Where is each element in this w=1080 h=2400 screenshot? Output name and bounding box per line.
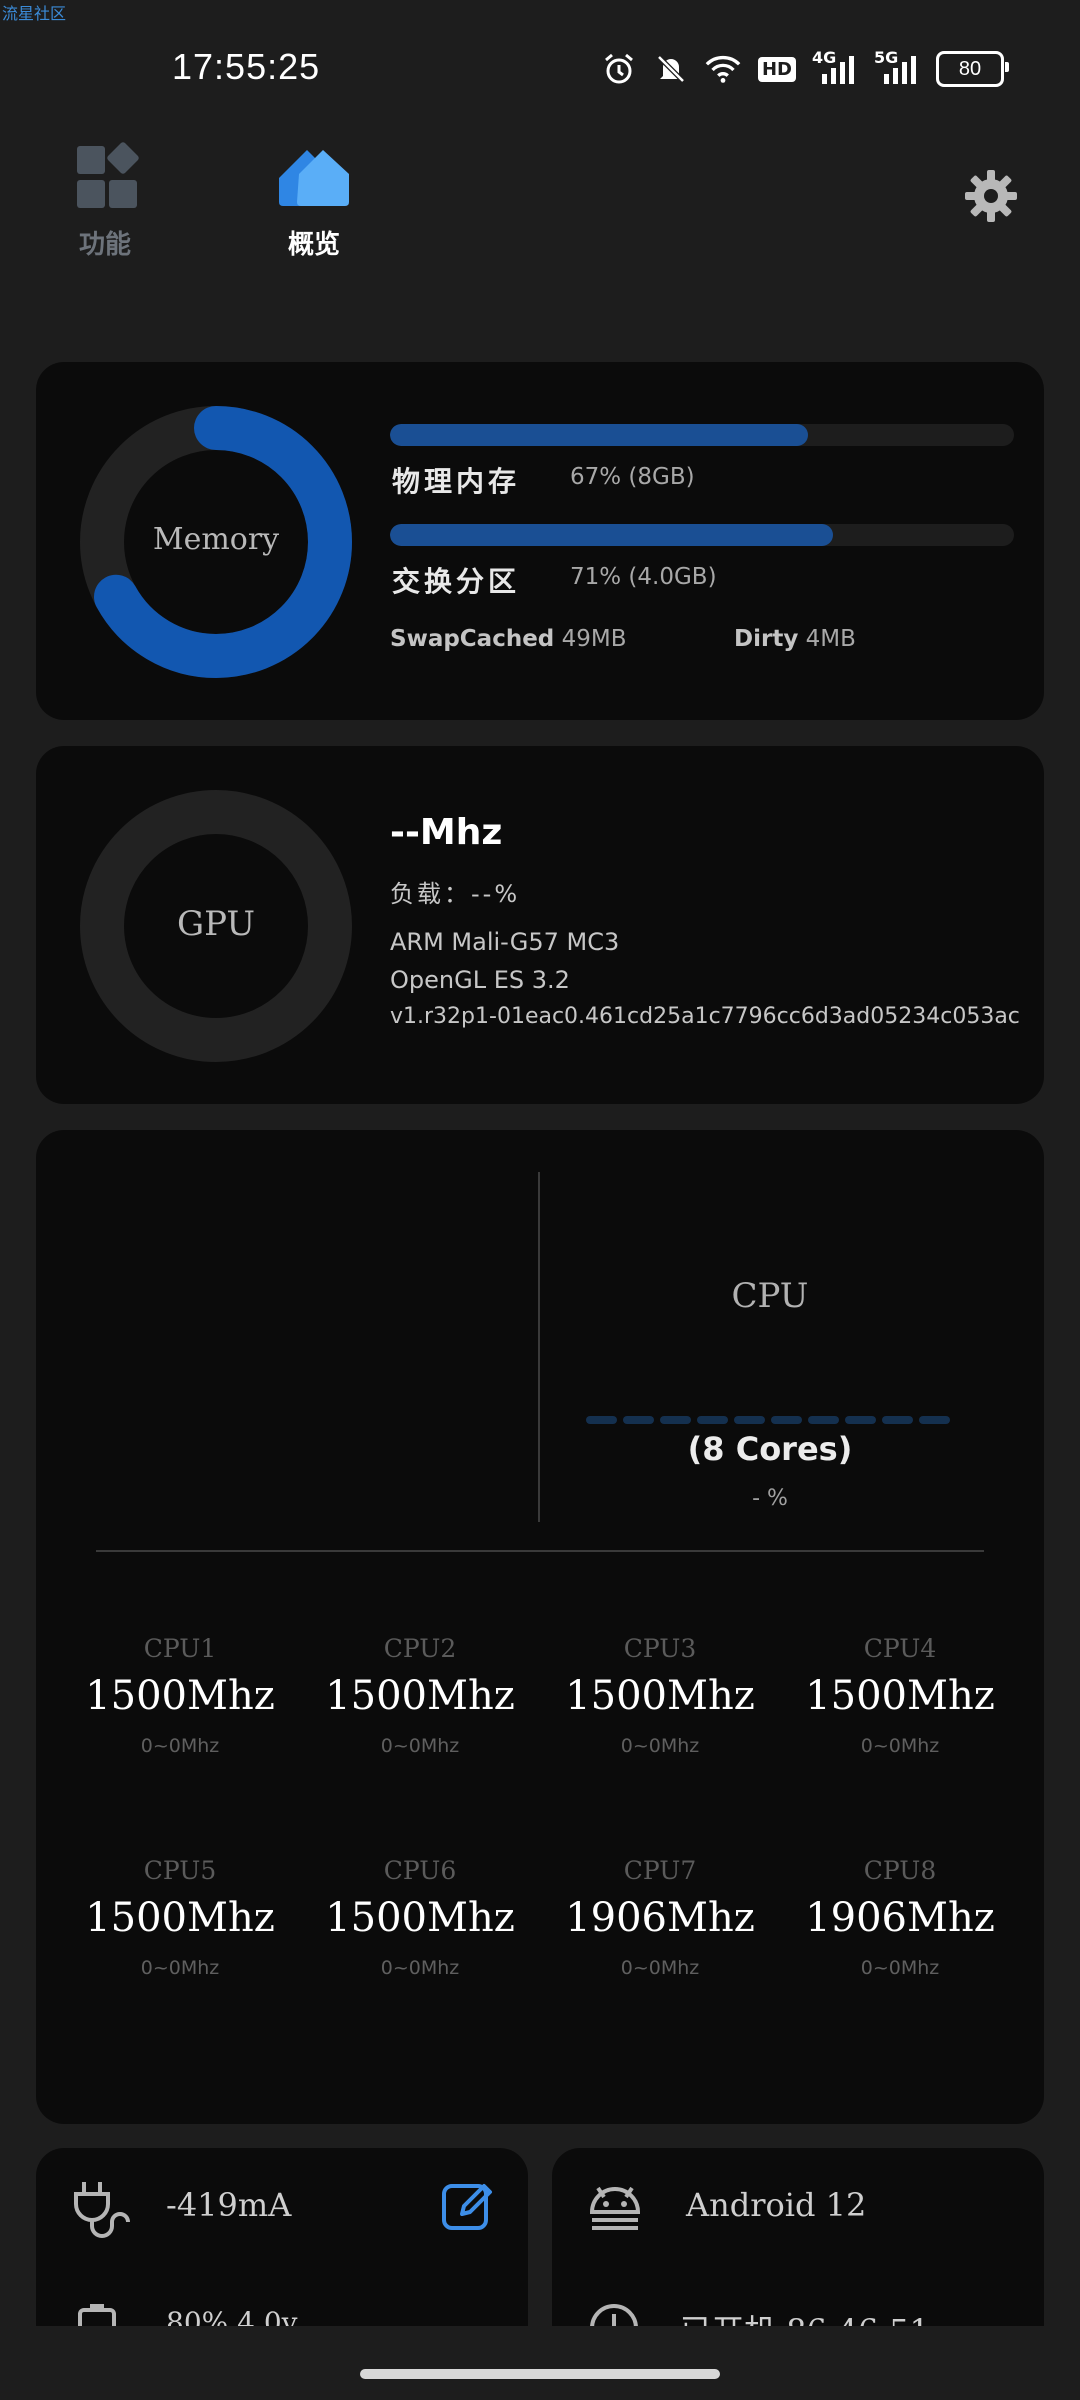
cpu-core: CPU2 1500Mhz 0~0Mhz [300,1634,540,1757]
gpu-model: ARM Mali-G57 MC3 [390,928,620,956]
bottom-overlay [0,2326,1080,2400]
gpu-ring-label: GPU [176,904,256,944]
dirty-label: Dirty [734,626,799,652]
gpu-driver: v1.r32p1-01eac0.461cd25a1c7796cc6d3ad052… [390,1004,1020,1029]
edit-icon[interactable] [440,2178,496,2234]
cpu-core-name: CPU6 [383,1856,457,1885]
watermark: 流星社区 [2,4,67,23]
swapcached-label: SwapCached [390,626,555,652]
android-icon [589,2186,641,2230]
power-current: -419mA [166,2186,292,2224]
swap-bar-fill [390,524,834,546]
gpu-opengl: OpenGL ES 3.2 [390,966,570,994]
home-icon [279,150,349,206]
cpu-core-name: CPU8 [863,1856,937,1885]
tab-features-label: 功能 [78,230,131,260]
cpu-divider-horizontal [96,1550,984,1552]
battery-level: 80 [958,57,982,80]
cpu-core-name: CPU1 [143,1634,217,1663]
cpu-core-name: CPU2 [383,1634,457,1663]
cpu-core-range: 0~0Mhz [860,1735,940,1757]
cpu-core-range: 0~0Mhz [380,1957,460,1979]
physical-memory-label: 物理内存 [392,465,521,498]
swapcached-stat: SwapCached 49MB [390,626,626,652]
tab-overview[interactable]: 概览 [254,140,374,261]
signal-4g-icon: 4G [812,48,860,88]
plug-icon [74,2182,130,2238]
physical-memory-bar [390,424,1014,446]
hd-icon: HD [756,50,798,88]
cpu-core: CPU5 1500Mhz 0~0Mhz [60,1856,300,1979]
cpu-core-freq: 1906Mhz [805,1895,995,1941]
cpu-core-range: 0~0Mhz [620,1957,700,1979]
cpu-core: CPU8 1906Mhz 0~0Mhz [780,1856,1020,1979]
physical-memory-value: 67% (8GB) [570,464,695,490]
cpu-title: CPU [731,1276,809,1316]
home-indicator[interactable] [360,2369,720,2379]
cpu-core-freq: 1906Mhz [565,1895,755,1941]
status-clock: 17:55:25 [172,46,321,87]
alarm-icon [600,50,638,88]
cpu-core-freq: 1500Mhz [805,1673,995,1719]
cpu-core-name: CPU3 [623,1634,697,1663]
cpu-cores-label: (8 Cores) [687,1430,853,1468]
swap-bar [390,524,1014,546]
grid-icon [77,142,139,208]
status-icons: HD 4G 5G 80 [600,48,1009,88]
cpu-core-freq: 1500Mhz [85,1673,275,1719]
gpu-load: 负载：--% [390,880,521,908]
cpu-core-range: 0~0Mhz [860,1957,940,1979]
cpu-core-name: CPU4 [863,1634,937,1663]
cpu-core-name: CPU5 [143,1856,217,1885]
android-version: Android 12 [686,2186,867,2224]
cpu-core: CPU7 1906Mhz 0~0Mhz [540,1856,780,1979]
cpu-core-freq: 1500Mhz [85,1895,275,1941]
cpu-core-range: 0~0Mhz [140,1735,220,1757]
cpu-load-indicator [586,1416,950,1424]
signal-5g-icon: 5G [874,48,922,88]
mute-icon [652,50,690,88]
cpu-core-range: 0~0Mhz [620,1735,700,1757]
physical-memory-bar-fill [390,424,809,446]
swap-label: 交换分区 [392,565,521,598]
cpu-divider-vertical [538,1172,540,1522]
swap-value: 71% (4.0GB) [570,564,717,590]
cpu-core-freq: 1500Mhz [325,1673,515,1719]
top-nav: 功能 概览 [0,140,1080,270]
cpu-core-name: CPU7 [623,1856,697,1885]
battery-icon: 80 [936,51,1009,87]
wifi-icon [704,50,742,88]
cpu-core: CPU4 1500Mhz 0~0Mhz [780,1634,1020,1757]
cpu-core-range: 0~0Mhz [140,1957,220,1979]
dirty-value: 4MB [805,626,856,652]
status-bar: 17:55:25 HD 4G 5G 80 [0,40,1080,100]
memory-ring-label: Memory [152,522,280,557]
settings-gear-icon[interactable] [963,168,1019,224]
dirty-stat: Dirty 4MB [734,626,856,652]
cpu-core: CPU1 1500Mhz 0~0Mhz [60,1634,300,1757]
cpu-core-freq: 1500Mhz [565,1673,755,1719]
gpu-frequency: --Mhz [390,812,503,853]
tab-features[interactable]: 功能 [45,140,165,261]
cpu-core: CPU6 1500Mhz 0~0Mhz [300,1856,540,1979]
cpu-core: CPU3 1500Mhz 0~0Mhz [540,1634,780,1757]
tab-overview-label: 概览 [287,230,340,260]
swapcached-value: 49MB [561,626,627,652]
cpu-core-range: 0~0Mhz [380,1735,460,1757]
cpu-core-freq: 1500Mhz [325,1895,515,1941]
cpu-usage: - % [752,1486,788,1511]
